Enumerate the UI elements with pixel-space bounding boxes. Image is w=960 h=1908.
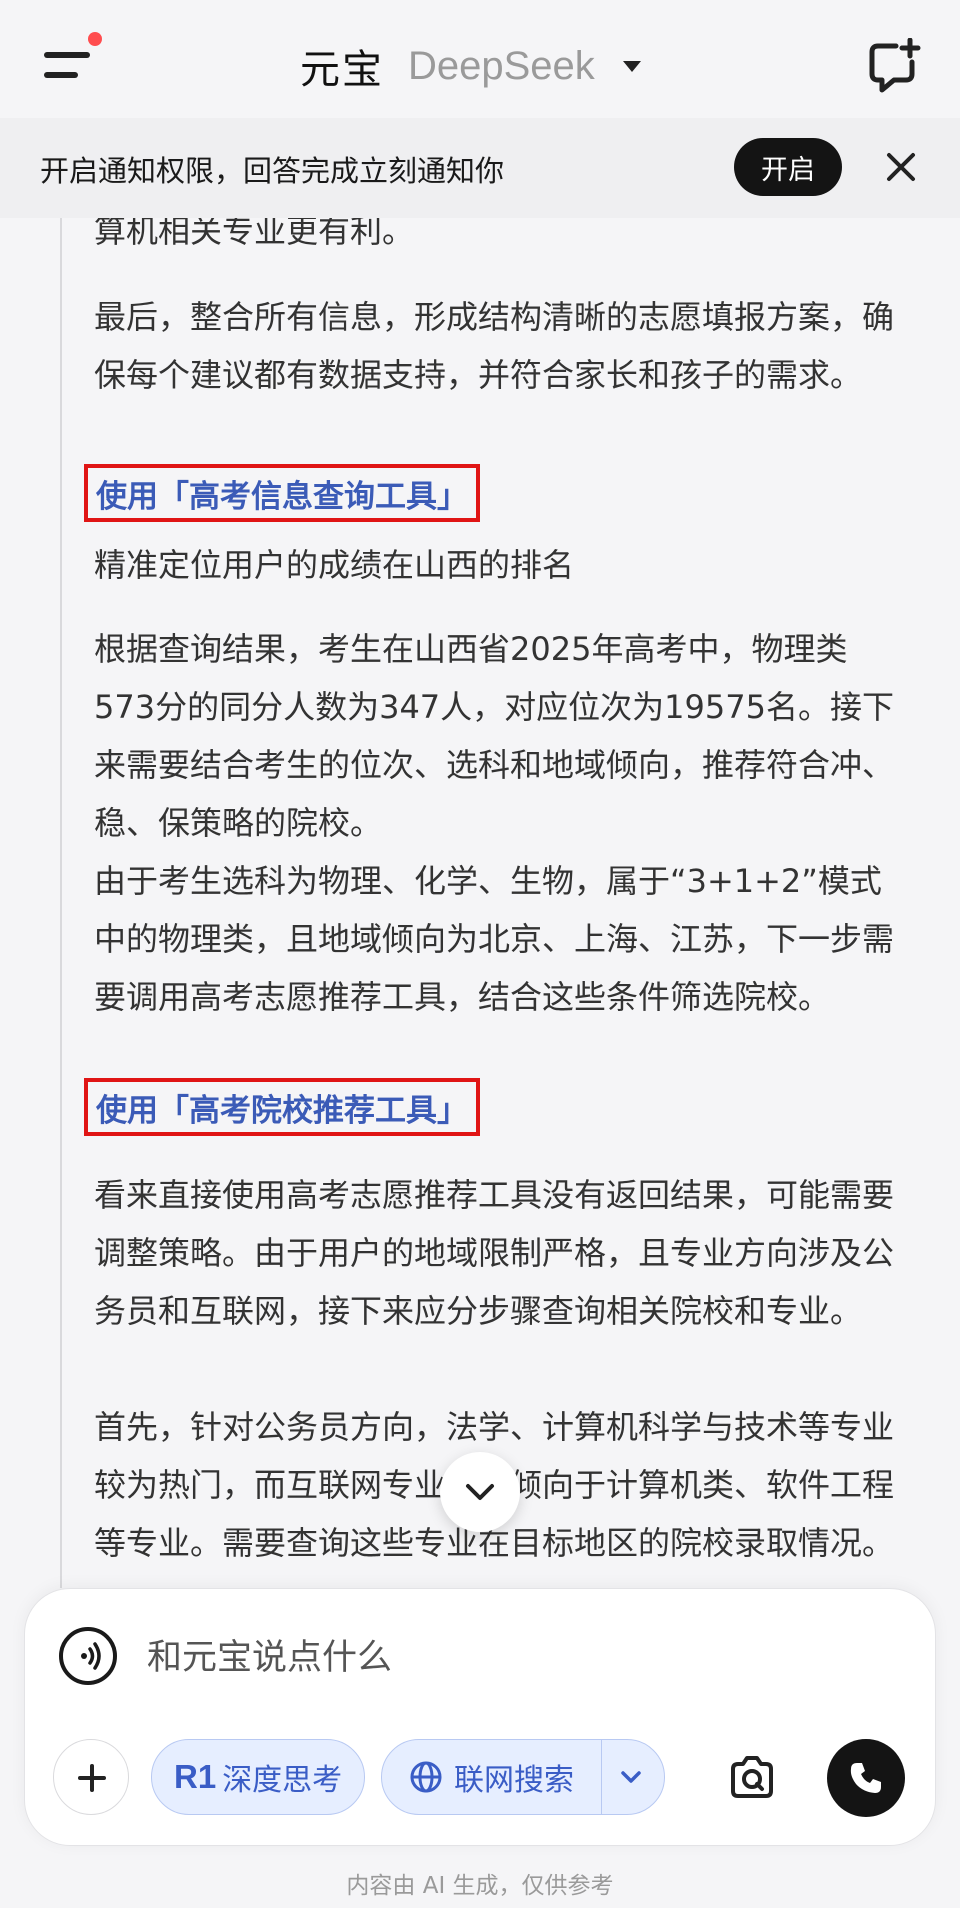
tool-call-link[interactable]: 使用「高考信息查询工具」 — [84, 464, 480, 522]
chat-input-card: 和元宝说点什么 R1 深度思考 联网搜索 — [24, 1588, 936, 1846]
add-attachment-button[interactable] — [53, 1739, 129, 1815]
thinking-paragraph: 最后，整合所有信息，形成结构清晰的志愿填报方案，确保每个建议都有数据支持，并符合… — [94, 298, 895, 394]
scroll-down-button[interactable] — [440, 1452, 520, 1532]
chevron-down-icon — [466, 1484, 494, 1500]
thinking-paragraph: 由于考生选科为物理、化学、生物，属于“3+1+2”模式中的物理类，且地域倾向为北… — [94, 862, 895, 1016]
notification-dot — [88, 32, 102, 46]
thinking-paragraph: 根据查询结果，考生在山西省2025年高考中，物理类573分的同分人数为347人，… — [94, 630, 895, 842]
model-name: DeepSeek — [408, 43, 595, 88]
camera-icon[interactable] — [725, 1751, 779, 1805]
thinking-paragraph: 精准定位用户的成绩在山西的排名 — [94, 546, 575, 584]
voice-input-icon[interactable] — [59, 1627, 117, 1685]
voice-call-button[interactable] — [827, 1739, 905, 1817]
new-chat-icon[interactable] — [866, 37, 922, 94]
chevron-down-icon[interactable] — [615, 1763, 647, 1791]
ai-disclaimer: 内容由 AI 生成，仅供参考 — [346, 1873, 614, 1899]
banner-text: 开启通知权限，回答完成立刻通知你 — [40, 154, 505, 188]
close-icon[interactable] — [880, 146, 922, 188]
top-app-bar: 元宝 DeepSeek — [0, 0, 960, 118]
globe-icon — [410, 1761, 442, 1793]
thinking-divider — [60, 218, 62, 1588]
enable-notification-button[interactable]: 开启 — [734, 138, 842, 196]
phone-icon — [850, 1763, 881, 1793]
deep-think-label: 深度思考 — [222, 1763, 343, 1798]
thinking-paragraph: 算机相关专业更有利。 — [94, 218, 415, 250]
r1-badge: R1 — [174, 1758, 217, 1795]
chat-content[interactable]: 算机相关专业更有利。 最后，整合所有信息，形成结构清晰的志愿填报方案，确保每个建… — [0, 218, 960, 1588]
plus-icon — [78, 1764, 106, 1792]
menu-icon[interactable] — [40, 32, 104, 90]
chip-divider — [601, 1739, 602, 1815]
thinking-paragraph: 看来直接使用高考志愿推荐工具没有返回结果，可能需要调整策略。由于用户的地域限制严… — [94, 1176, 895, 1330]
chevron-down-icon — [622, 60, 641, 72]
tool-call-link[interactable]: 使用「高考院校推荐工具」 — [84, 1078, 480, 1136]
app-title: 元宝 — [300, 47, 384, 93]
deep-think-toggle[interactable]: R1 深度思考 — [151, 1739, 365, 1815]
web-search-label: 联网搜索 — [454, 1763, 574, 1798]
model-selector[interactable]: 元宝 DeepSeek — [300, 36, 641, 96]
message-input[interactable]: 和元宝说点什么 — [147, 1629, 392, 1680]
